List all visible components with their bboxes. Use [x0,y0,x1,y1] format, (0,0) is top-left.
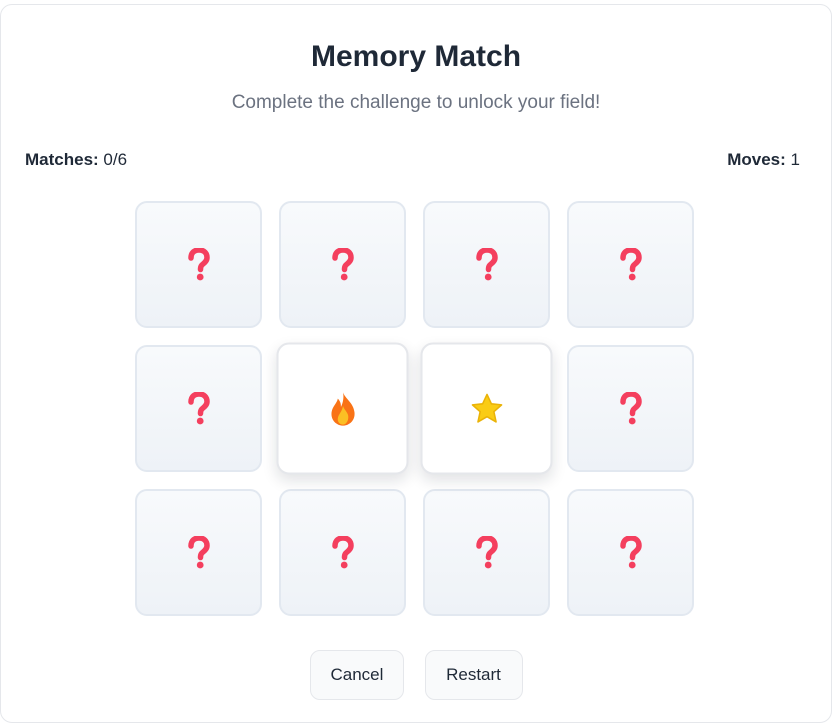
card-hidden[interactable] [135,201,262,328]
question-mark-icon [618,247,644,282]
card-hidden[interactable] [567,489,694,616]
card-hidden[interactable] [279,201,406,328]
card-hidden[interactable] [279,489,406,616]
card-hidden[interactable] [135,345,262,472]
question-mark-icon [474,535,500,570]
star-icon [470,392,503,425]
button-row: Cancel Restart [1,650,831,700]
question-mark-icon [330,535,356,570]
card-hidden[interactable] [567,345,694,472]
moves-label: Moves: [727,150,786,169]
memory-match-modal: Memory Match Complete the challenge to u… [0,4,832,723]
matches-label: Matches: [25,150,99,169]
card-revealed[interactable] [420,342,553,475]
question-mark-icon [618,391,644,426]
cancel-button[interactable]: Cancel [309,650,404,700]
card-hidden[interactable] [423,201,550,328]
card-revealed[interactable] [276,342,409,475]
card-hidden[interactable] [567,201,694,328]
restart-button[interactable]: Restart [424,650,523,700]
question-mark-icon [474,247,500,282]
moves-value: 1 [790,150,800,169]
fire-icon [328,391,357,426]
game-title: Memory Match [310,40,522,73]
matches-value: 0/6 [103,150,128,169]
card-grid [135,201,694,616]
card-hidden[interactable] [135,489,262,616]
question-mark-icon [186,247,212,282]
matches-stat: Matches: 0/6 [25,149,127,171]
question-mark-icon [186,391,212,426]
question-mark-icon [330,247,356,282]
moves-stat: Moves: 1 [727,149,800,171]
card-hidden[interactable] [423,489,550,616]
stats-bar: Matches: 0/6 Moves: 1 [25,149,800,171]
question-mark-icon [618,535,644,570]
question-mark-icon [186,535,212,570]
game-subtitle: Complete the challenge to unlock your fi… [231,92,601,113]
